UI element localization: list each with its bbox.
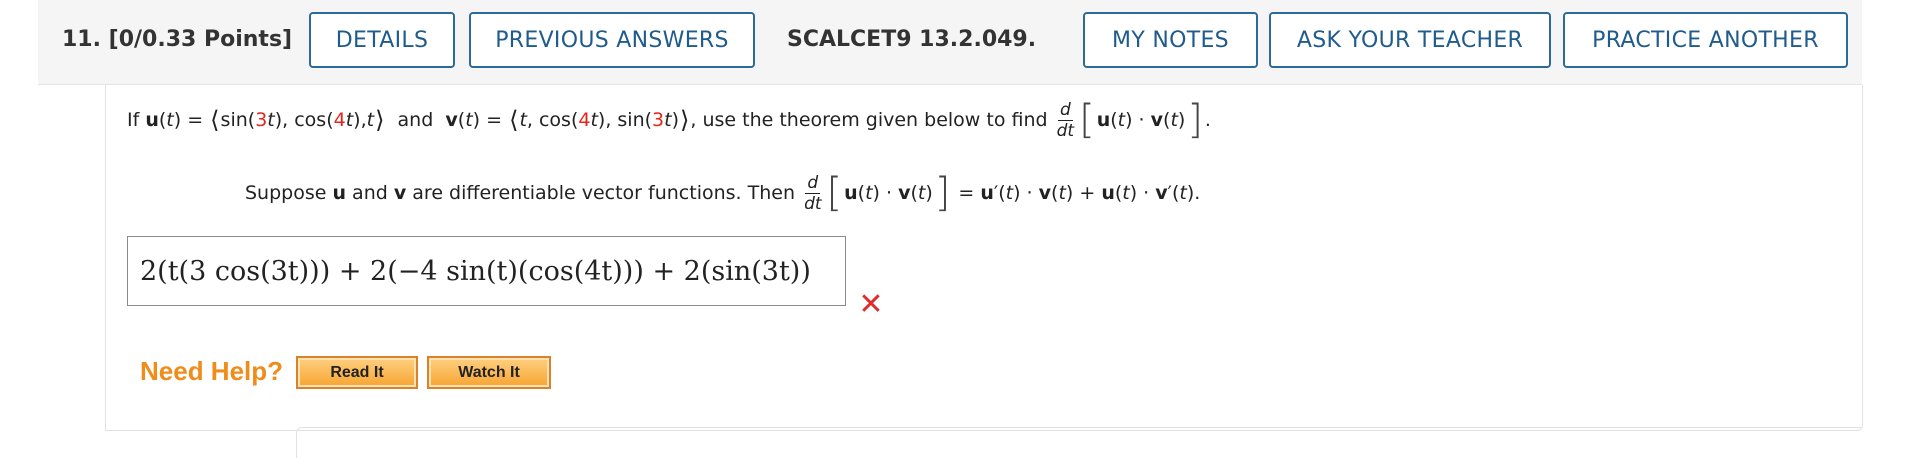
practice-another-button[interactable]: PRACTICE ANOTHER [1563,12,1848,68]
answer-input[interactable]: 2(t(3 cos(3t))) + 2(−4 sin(t)(cos(4t))) … [127,236,846,306]
details-button[interactable]: DETAILS [309,12,455,68]
need-help-label: Need Help? [140,356,284,386]
problem-statement: If u(t) = ⟨ sin(3 t), cos(4 t), t ⟩ and v(t)… [127,97,1211,143]
read-it-button[interactable]: Read It [296,356,418,389]
assignment-id: SCALCET9 13.2.049. [787,27,1037,52]
question-points: [0/0.33 Points] [108,27,293,52]
theorem-statement: Suppose u and v are differentiable vecto… [245,170,1201,216]
watch-it-button[interactable]: Watch It [427,356,551,389]
question-number: 11. [62,27,101,52]
ask-your-teacher-button[interactable]: ASK YOUR TEACHER [1269,12,1551,68]
my-notes-button[interactable]: MY NOTES [1083,12,1258,68]
incorrect-x-icon: ✕ [858,287,884,322]
question-title: 11. [0/0.33 Points] [62,27,292,52]
next-panel-edge [296,427,1861,458]
previous-answers-button[interactable]: PREVIOUS ANSWERS [469,12,755,68]
